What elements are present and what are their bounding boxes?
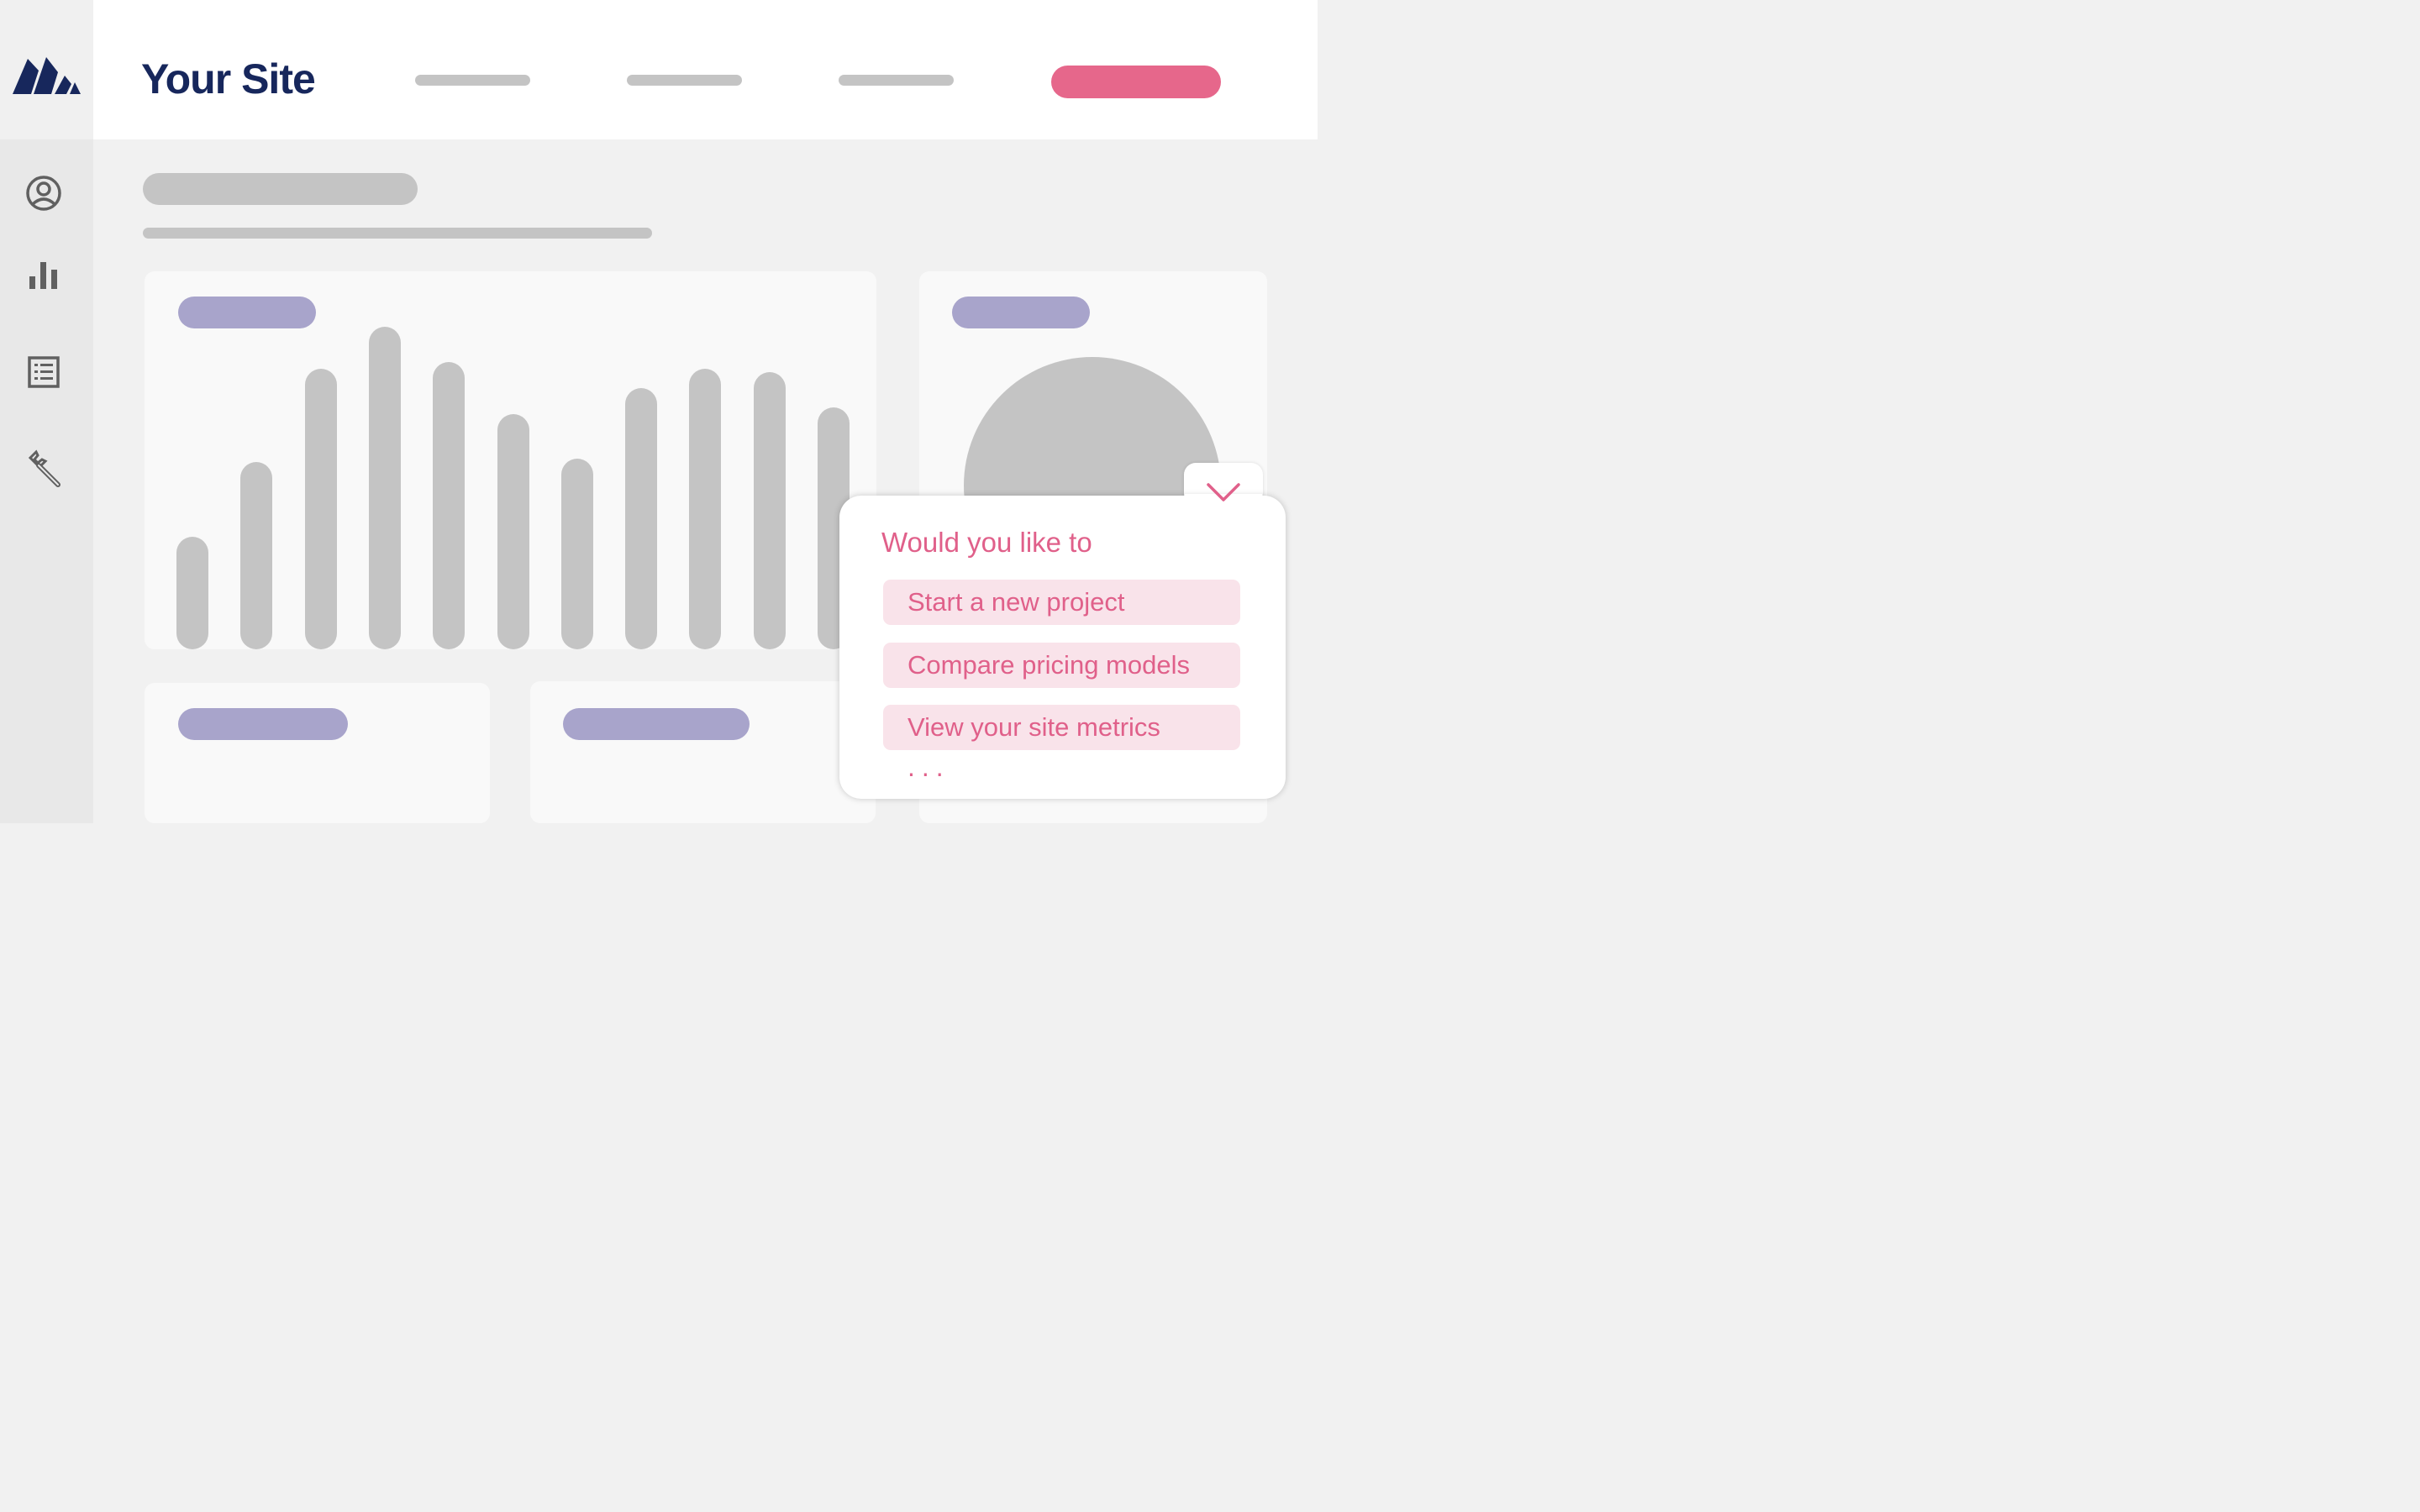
page-subtitle-placeholder [143, 228, 652, 239]
chart-bar [625, 388, 657, 649]
wrench-icon[interactable] [23, 448, 65, 490]
mountain-logo-icon[interactable] [11, 54, 82, 96]
header-cta-button[interactable] [1051, 66, 1221, 98]
chevron-down-icon[interactable] [1205, 480, 1242, 504]
user-circle-icon[interactable] [23, 172, 65, 214]
nav-link-placeholder[interactable] [415, 75, 530, 86]
nav-link-placeholder[interactable] [839, 75, 954, 86]
card-title-placeholder [178, 708, 348, 740]
logo-area [0, 0, 93, 139]
chart-bar [754, 372, 786, 649]
chart-bar [369, 327, 401, 649]
chart-bar [497, 414, 529, 649]
chart-bar [433, 362, 465, 649]
option-compare-pricing[interactable]: Compare pricing models [883, 643, 1240, 688]
option-view-metrics[interactable]: View your site metrics [883, 705, 1240, 750]
option-start-project[interactable]: Start a new project [883, 580, 1240, 625]
chart-bar [561, 459, 593, 649]
list-document-icon[interactable] [23, 351, 65, 393]
card-title-placeholder [178, 297, 316, 328]
chart-bar [240, 462, 272, 649]
site-title: Your Site [141, 55, 316, 102]
more-options-ellipsis[interactable]: ... [908, 753, 950, 780]
card-title-placeholder [563, 708, 750, 740]
chart-bar [305, 369, 337, 649]
page-title-placeholder [143, 173, 418, 205]
bottom-card [145, 683, 490, 823]
bottom-card [530, 681, 876, 823]
card-title-placeholder [952, 297, 1090, 328]
bar-chart-icon[interactable] [23, 256, 65, 298]
chart-bar [176, 537, 208, 649]
nav-link-placeholder[interactable] [627, 75, 742, 86]
assistant-prompt: Would you like to [881, 527, 1092, 558]
chart-bar [689, 369, 721, 649]
